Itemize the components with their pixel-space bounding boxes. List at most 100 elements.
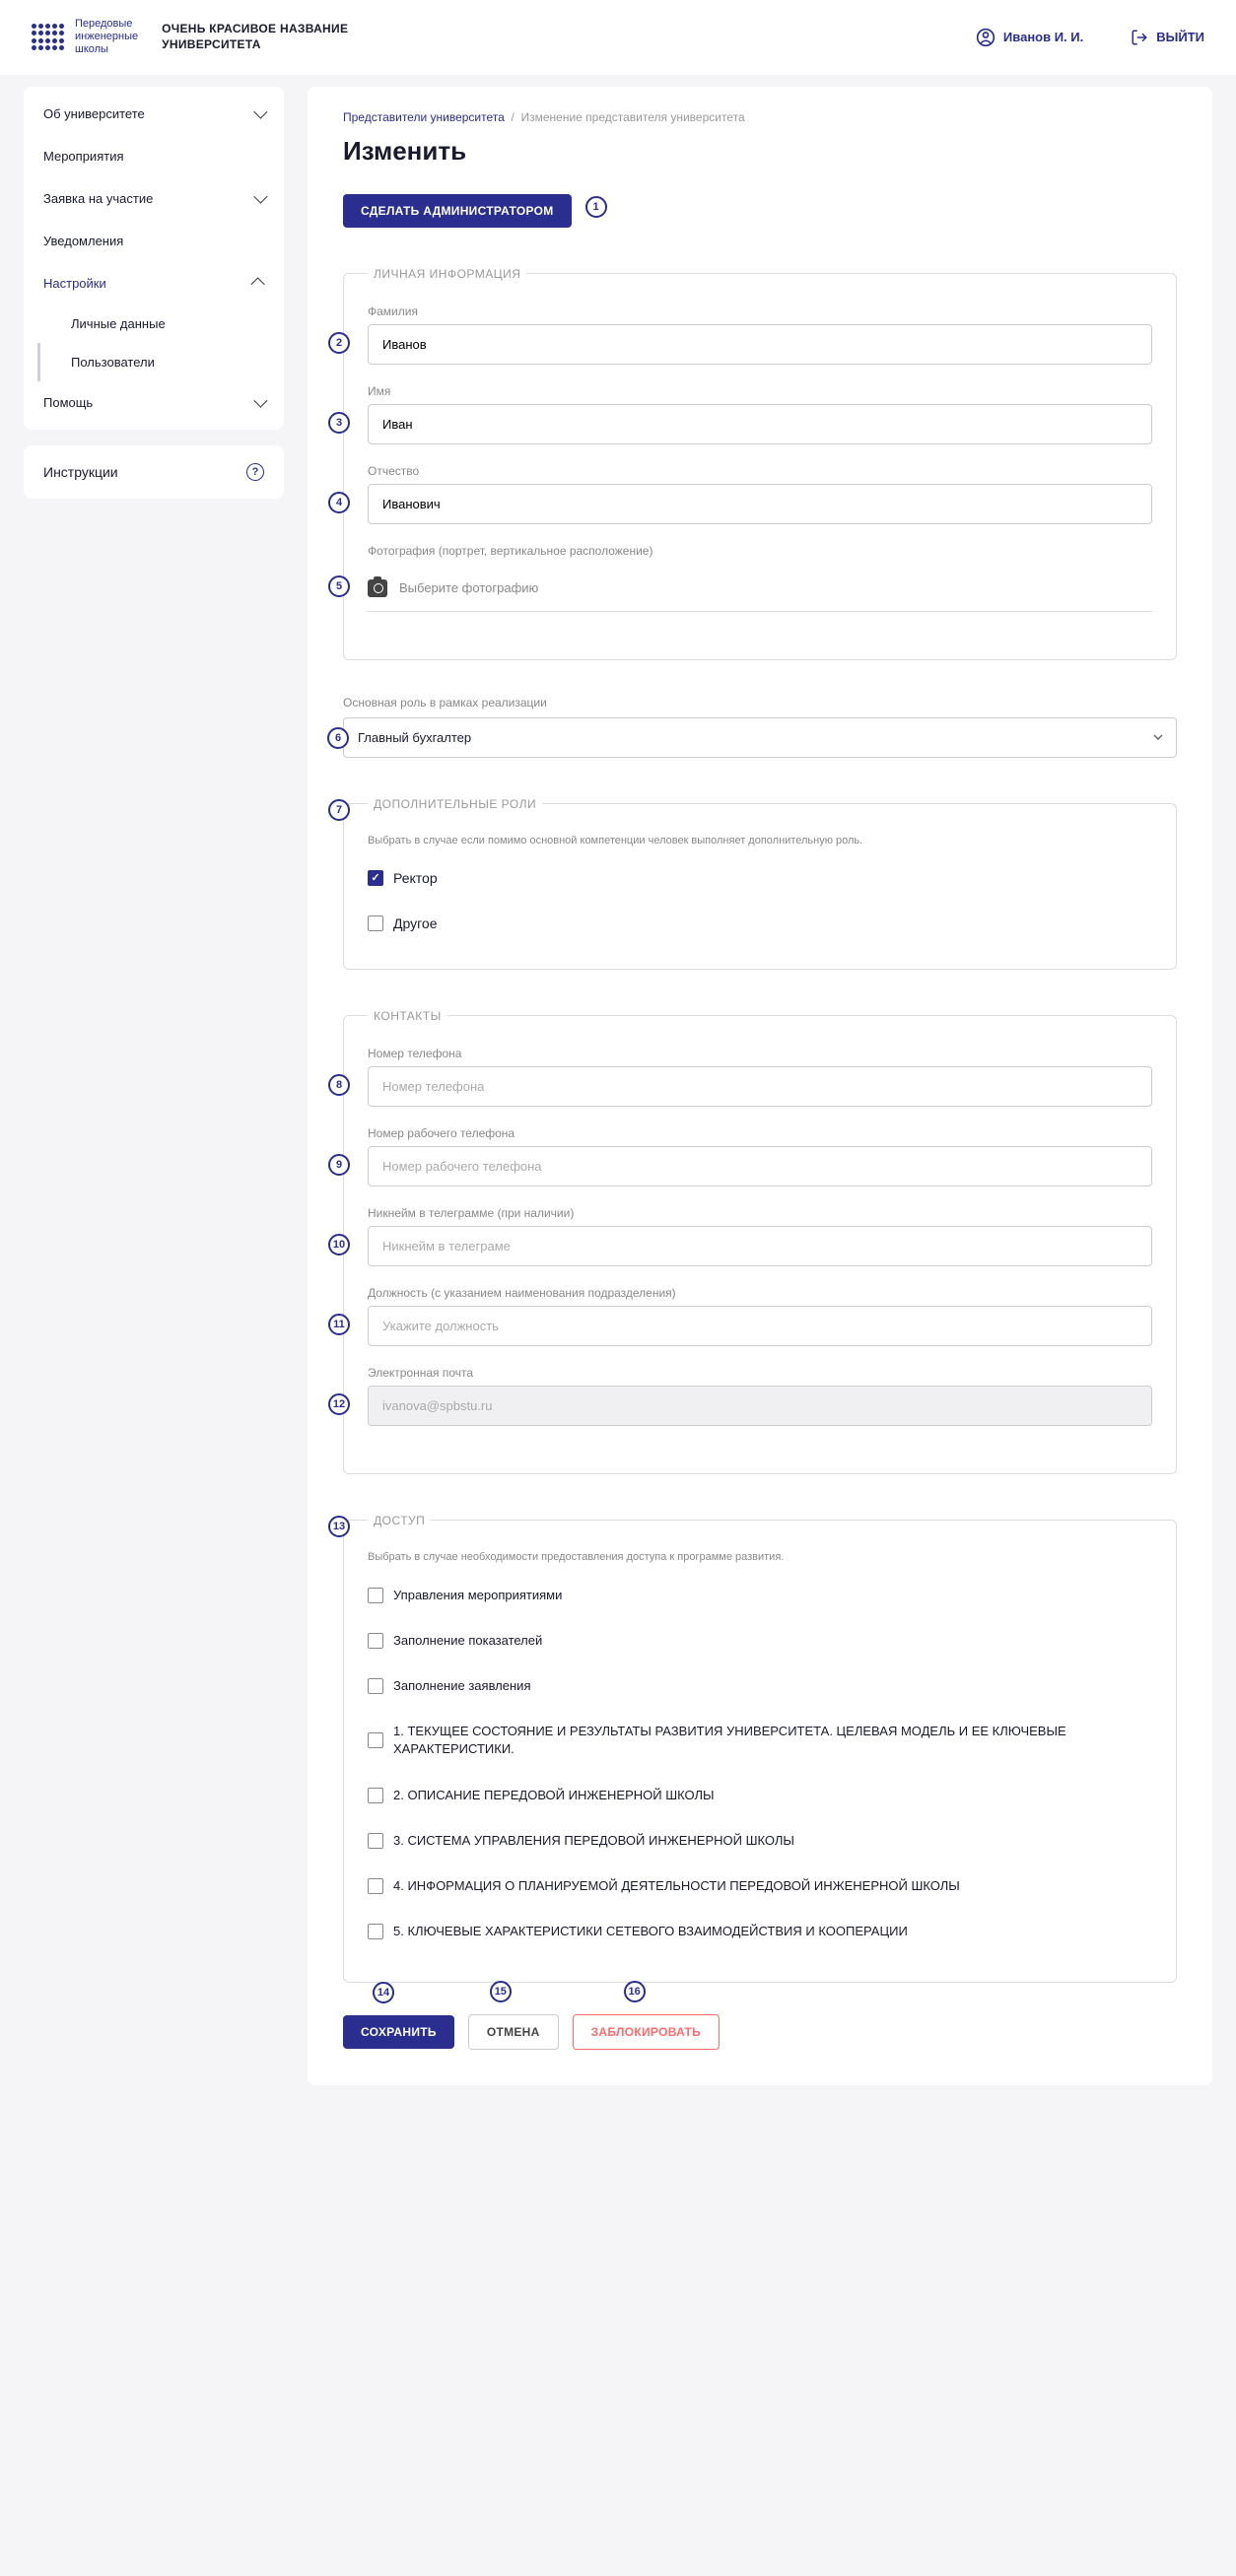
logo-icon — [32, 24, 63, 51]
access-option-7[interactable]: 5. КЛЮЧЕВЫЕ ХАРАКТЕРИСТИКИ СЕТЕВОГО ВЗАИ… — [368, 1909, 1152, 1954]
checkbox-icon — [368, 1678, 383, 1694]
main-role-select[interactable] — [343, 717, 1177, 758]
instructions-label: Инструкции — [43, 464, 118, 480]
access-option-1[interactable]: Заполнение показателей — [368, 1618, 1152, 1663]
checkbox-icon — [368, 1924, 383, 1939]
access-option-4[interactable]: 2. ОПИСАНИЕ ПЕРЕДОВОЙ ИНЖЕНЕРНОЙ ШКОЛЫ — [368, 1773, 1152, 1818]
sidebar: Об университете Мероприятия Заявка на уч… — [24, 87, 284, 2086]
role-rector[interactable]: Ректор — [368, 860, 1152, 896]
name-label: Имя — [368, 384, 1152, 398]
email-input — [368, 1386, 1152, 1426]
nav-settings[interactable]: Настройки — [24, 262, 284, 305]
cancel-button[interactable]: ОТМЕНА — [468, 2014, 559, 2050]
position-input[interactable] — [368, 1306, 1152, 1346]
marker-15: 15 — [490, 1981, 512, 2002]
personal-info-fieldset: ЛИЧНАЯ ИНФОРМАЦИЯ 2 Фамилия 3 Имя 4 Отче… — [343, 267, 1177, 660]
access-option-6[interactable]: 4. ИНФОРМАЦИЯ О ПЛАНИРУЕМОЙ ДЕЯТЕЛЬНОСТИ… — [368, 1864, 1152, 1909]
block-button[interactable]: ЗАБЛОКИРОВАТЬ — [573, 2014, 720, 2050]
marker-7: 7 — [328, 799, 350, 821]
marker-10: 10 — [328, 1234, 350, 1255]
marker-2: 2 — [328, 332, 350, 354]
logout-label: ВЫЙТИ — [1156, 30, 1204, 44]
logo[interactable]: Передовые инженерные школы — [32, 18, 138, 57]
nav-menu: Об университете Мероприятия Заявка на уч… — [24, 87, 284, 430]
access-option-3[interactable]: 1. ТЕКУЩЕЕ СОСТОЯНИЕ И РЕЗУЛЬТАТЫ РАЗВИТ… — [368, 1709, 1152, 1772]
access-hint: Выбрать в случае необходимости предостав… — [368, 1551, 1152, 1563]
access-option-2[interactable]: Заполнение заявления — [368, 1663, 1152, 1709]
make-admin-button[interactable]: СДЕЛАТЬ АДМИНИСТРАТОРОМ — [343, 194, 572, 228]
university-name: ОЧЕНЬ КРАСИВОЕ НАЗВАНИЕ УНИВЕРСИТЕТА — [162, 22, 398, 52]
patronymic-input[interactable] — [368, 484, 1152, 524]
marker-4: 4 — [328, 492, 350, 513]
access-option-5[interactable]: 3. СИСТЕМА УПРАВЛЕНИЯ ПЕРЕДОВОЙ ИНЖЕНЕРН… — [368, 1818, 1152, 1864]
extra-roles-fieldset: 7 ДОПОЛНИТЕЛЬНЫЕ РОЛИ Выбрать в случае е… — [343, 797, 1177, 970]
surname-label: Фамилия — [368, 305, 1152, 318]
instructions-link[interactable]: Инструкции ? — [24, 445, 284, 499]
surname-input[interactable] — [368, 324, 1152, 365]
help-icon: ? — [246, 463, 264, 481]
checkbox-icon — [368, 1633, 383, 1649]
marker-13: 13 — [328, 1516, 350, 1537]
checkbox-icon — [368, 1878, 383, 1894]
checkbox-icon — [368, 1788, 383, 1803]
logout-button[interactable]: ВЫЙТИ — [1131, 29, 1204, 46]
user-menu[interactable]: Иванов И. И. — [976, 28, 1083, 47]
phone-input[interactable] — [368, 1066, 1152, 1107]
checkbox-icon — [368, 915, 383, 931]
nav-about[interactable]: Об университете — [24, 93, 284, 135]
patronymic-label: Отчество — [368, 464, 1152, 478]
telegram-input[interactable] — [368, 1226, 1152, 1266]
email-label: Электронная почта — [368, 1366, 1152, 1380]
marker-16: 16 — [624, 1981, 646, 2002]
breadcrumb-current: Изменение представителя университета — [520, 110, 744, 124]
marker-9: 9 — [328, 1154, 350, 1176]
extra-roles-hint: Выбрать в случае если помимо основной ко… — [368, 835, 1152, 847]
main-content: Представители университета / Изменение п… — [308, 87, 1212, 2086]
work-phone-input[interactable] — [368, 1146, 1152, 1186]
checkbox-icon — [368, 870, 383, 886]
name-input[interactable] — [368, 404, 1152, 444]
marker-1: 1 — [585, 196, 607, 218]
contacts-legend: КОНТАКТЫ — [368, 1009, 447, 1023]
marker-3: 3 — [328, 412, 350, 434]
personal-legend: ЛИЧНАЯ ИНФОРМАЦИЯ — [368, 267, 526, 281]
breadcrumb: Представители университета / Изменение п… — [343, 110, 1177, 124]
nav-personal-data[interactable]: Личные данные — [24, 305, 284, 343]
nav-events[interactable]: Мероприятия — [24, 135, 284, 177]
marker-14: 14 — [373, 1982, 394, 2003]
position-label: Должность (с указанием наименования подр… — [368, 1286, 1152, 1300]
page-title: Изменить — [343, 136, 1177, 167]
breadcrumb-link[interactable]: Представители университета — [343, 110, 505, 124]
marker-12: 12 — [328, 1393, 350, 1415]
access-legend: ДОСТУП — [368, 1514, 431, 1527]
work-phone-label: Номер рабочего телефона — [368, 1126, 1152, 1140]
marker-8: 8 — [328, 1074, 350, 1096]
caret-down-icon — [1153, 734, 1163, 740]
logo-text: Передовые инженерные школы — [75, 18, 138, 57]
save-button[interactable]: СОХРАНИТЬ — [343, 2015, 454, 2049]
access-fieldset: 13 ДОСТУП Выбрать в случае необходимости… — [343, 1514, 1177, 1984]
extra-roles-legend: ДОПОЛНИТЕЛЬНЫЕ РОЛИ — [368, 797, 542, 811]
contacts-fieldset: КОНТАКТЫ 8 Номер телефона 9 Номер рабоче… — [343, 1009, 1177, 1474]
main-role-label: Основная роль в рамках реализации — [343, 696, 1177, 710]
marker-5: 5 — [328, 576, 350, 597]
checkbox-icon — [368, 1833, 383, 1849]
photo-label: Фотография (портрет, вертикальное распол… — [368, 544, 1152, 558]
chevron-down-icon — [253, 105, 267, 119]
phone-label: Номер телефона — [368, 1047, 1152, 1060]
nav-application[interactable]: Заявка на участие — [24, 177, 284, 220]
camera-icon — [368, 579, 387, 597]
header: Передовые инженерные школы ОЧЕНЬ КРАСИВО… — [0, 0, 1236, 75]
chevron-down-icon — [253, 394, 267, 408]
nav-help[interactable]: Помощь — [24, 381, 284, 424]
role-other[interactable]: Другое — [368, 906, 1152, 941]
nav-users[interactable]: Пользователи — [24, 343, 284, 381]
marker-6: 6 — [327, 727, 349, 749]
user-name: Иванов И. И. — [1003, 30, 1083, 44]
logout-icon — [1131, 29, 1148, 46]
marker-11: 11 — [328, 1314, 350, 1335]
access-option-0[interactable]: Управления мероприятиями — [368, 1573, 1152, 1618]
photo-picker[interactable]: Выберите фотографию — [368, 572, 1152, 612]
telegram-label: Никнейм в телеграмме (при наличии) — [368, 1206, 1152, 1220]
nav-notifications[interactable]: Уведомления — [24, 220, 284, 262]
